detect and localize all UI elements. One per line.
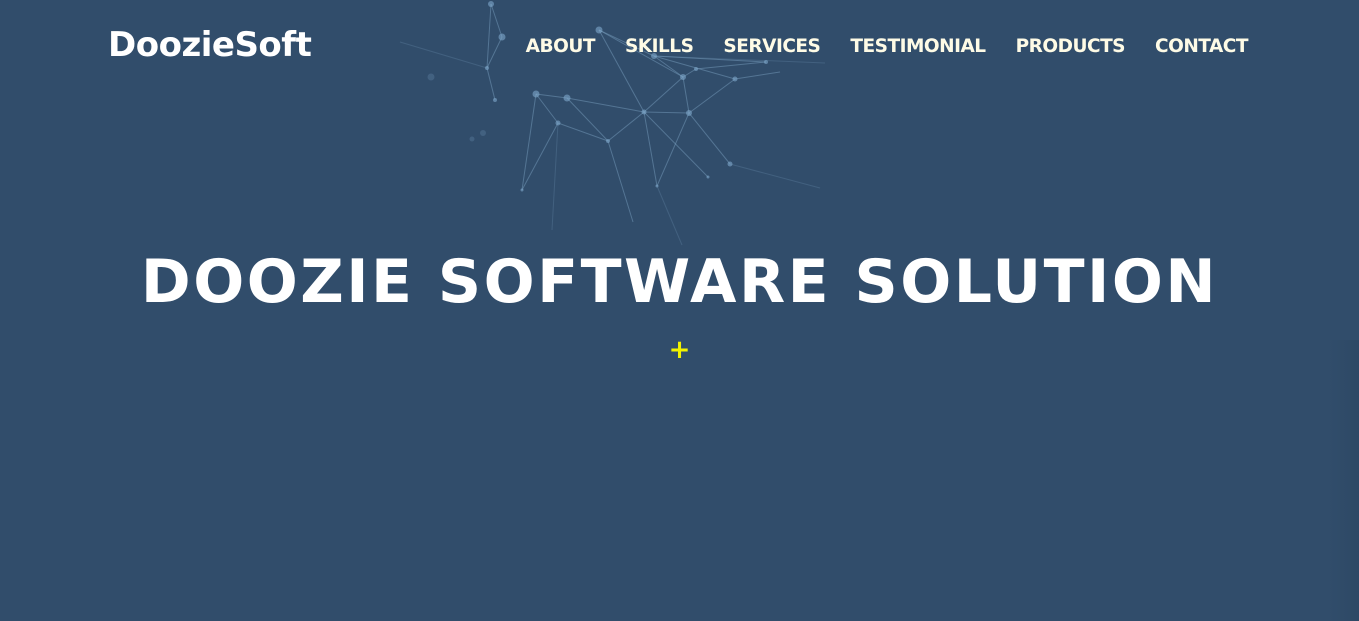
nav-item-skills: SKILLS [625,35,694,59]
nav-link-services[interactable]: SERVICES [723,36,820,57]
brand-logo[interactable]: DoozieSoft [108,24,312,66]
nav-item-about: ABOUT [526,35,596,59]
nav-link-contact[interactable]: CONTACT [1155,36,1248,57]
edge-shade [1329,340,1359,621]
main-nav: ABOUT SKILLS SERVICES TESTIMONIAL PRODUC… [526,35,1249,59]
nav-item-testimonial: TESTIMONIAL [850,35,986,59]
nav-link-testimonial[interactable]: TESTIMONIAL [850,36,986,57]
nav-link-about[interactable]: ABOUT [526,36,596,57]
plus-icon: + [668,335,691,365]
hero-title: DOOZIE SOFTWARE SOLUTION [140,247,1219,317]
nav-item-services: SERVICES [723,35,820,59]
nav-link-products[interactable]: PRODUCTS [1016,36,1126,57]
nav-item-contact: CONTACT [1155,35,1248,59]
nav-link-skills[interactable]: SKILLS [625,36,694,57]
nav-item-products: PRODUCTS [1016,35,1126,59]
